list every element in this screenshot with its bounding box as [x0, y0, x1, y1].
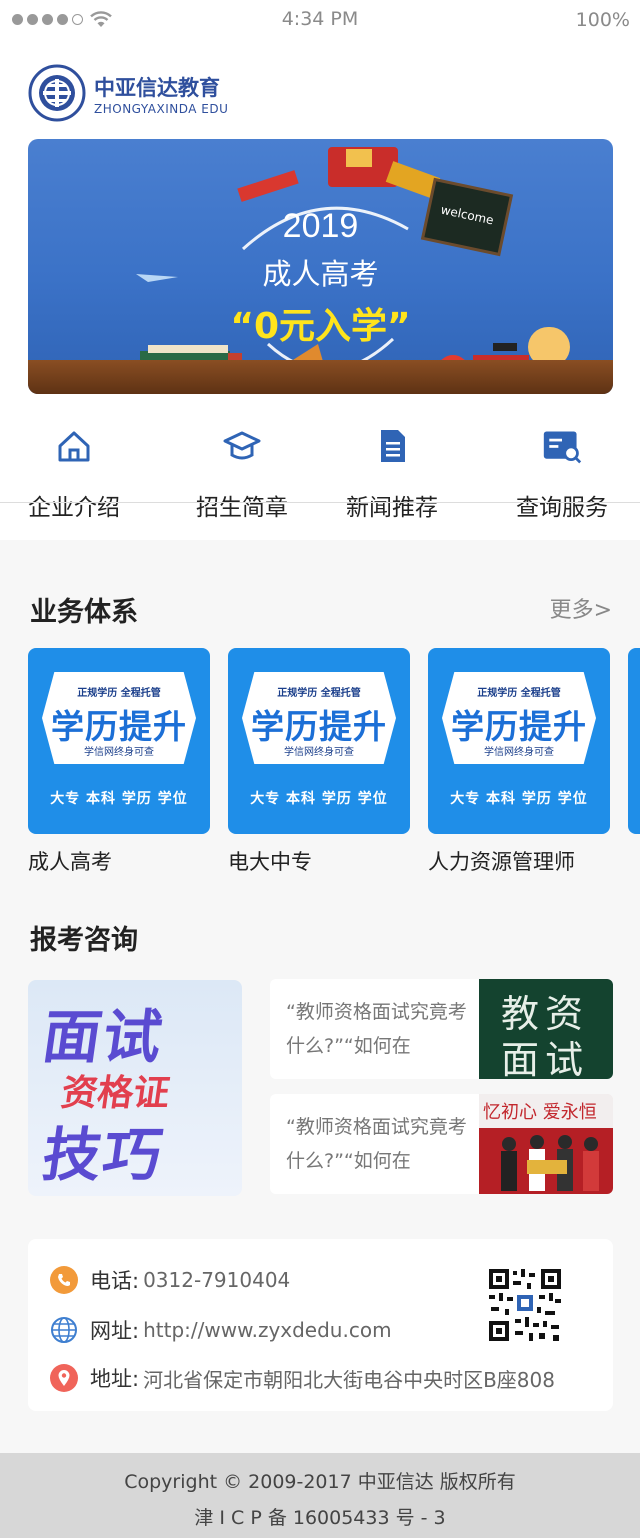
brand-logo-icon — [28, 64, 86, 122]
article-text: “教师资格面试究竟考什么?”“如何在 — [286, 1001, 467, 1057]
nav-label: 新闻推荐 — [346, 495, 438, 521]
brand-name: 中亚信达教育 — [94, 76, 220, 100]
promo-banner[interactable]: welcome 2019 成人高考 “0元入学” — [28, 139, 613, 394]
card-image: 正规学历 全程托管 学历提升 学信网终身可查 大专 本科 学历 学位 — [228, 648, 410, 834]
business-card[interactable]: 正规学历 全程托管 学历提升 学信网终身可查 大专 本科 学历 学位 人力资源管… — [428, 648, 610, 876]
header: 中亚信达教育 ZHONGYAXINDA EDU welcome 2019 成人高… — [0, 40, 640, 540]
contact-address[interactable]: 地址: 河北省保定市朝阳北大街电谷中央时区B座808 — [50, 1363, 555, 1393]
phone-label: 电话: — [90, 1269, 140, 1293]
qr-code-icon[interactable] — [487, 1267, 563, 1343]
article-item[interactable]: “教师资格面试究竟考什么?”“如何在 教资 面试 — [270, 979, 613, 1079]
phone-value: 0312-7910404 — [143, 1268, 291, 1292]
brand-name-en: ZHONGYAXINDA EDU — [94, 102, 229, 116]
more-link[interactable]: 更多> — [550, 592, 612, 624]
contact-card: 电话: 0312-7910404 网址: http://www.zyxdedu.… — [28, 1239, 613, 1411]
battery-level: 100% — [575, 9, 630, 31]
icp-license-text: 津 I C P 备 16005433 号 - 3 — [194, 1507, 446, 1529]
banner-title: 成人高考 — [262, 257, 379, 291]
nav-item-query[interactable]: 查询服务 — [482, 418, 640, 522]
nav-item-company-intro[interactable]: 企业介绍 — [0, 418, 154, 522]
banner-year: 2019 — [282, 207, 359, 245]
copyright-text: Copyright © 2009-2017 中亚信达 版权所有 — [124, 1471, 516, 1493]
business-card[interactable]: 正规学历 全程托管 学历提升 学信网终身可查 大专 本科 学历 学位 成人高考 — [28, 648, 210, 876]
article-text: “教师资格面试究竟考什么?”“如何在 — [286, 1116, 467, 1172]
phone-icon — [50, 1266, 78, 1294]
nav-label: 招生简章 — [196, 495, 288, 521]
website-value: http://www.zyxdedu.com — [143, 1318, 392, 1342]
nav-label: 企业介绍 — [28, 495, 120, 521]
banner-slogan: “0元入学” — [230, 306, 411, 347]
business-card[interactable]: 正规学历 全程托管 学历提升 学信网终身可查 大专 本科 学历 学位 电大中专 — [228, 648, 410, 876]
nav-label: 查询服务 — [516, 495, 608, 521]
business-card-peek[interactable] — [628, 648, 640, 834]
section-divider — [0, 502, 640, 503]
business-cards: 正规学历 全程托管 学历提升 学信网终身可查 大专 本科 学历 学位 成人高考 … — [0, 648, 640, 888]
article-thumbnail: 忆初心 爱永恒 — [479, 1094, 613, 1194]
business-section-title: 业务体系 — [30, 597, 138, 628]
consult-feature-image[interactable]: 面试 资格证 技巧 — [28, 980, 242, 1196]
home-icon — [58, 431, 90, 462]
address-value: 河北省保定市朝阳北大街电谷中央时区B座808 — [143, 1367, 555, 1392]
website-label: 网址: — [90, 1319, 140, 1343]
banner-desk — [28, 360, 613, 394]
card-image: 正规学历 全程托管 学历提升 学信网终身可查 大专 本科 学历 学位 — [28, 648, 210, 834]
address-label: 地址: — [90, 1367, 140, 1391]
status-bar: 4:34 PM 100% — [0, 0, 640, 40]
quick-nav: 企业介绍 招生简章 新闻推荐 查询服务 — [0, 418, 640, 528]
card-image: 正规学历 全程托管 学历提升 学信网终身可查 大专 本科 学历 学位 — [428, 648, 610, 834]
event-photo-icon: 忆初心 爱永恒 — [479, 1094, 613, 1194]
location-pin-icon — [50, 1364, 78, 1392]
status-time: 4:34 PM — [281, 8, 359, 30]
nav-item-news[interactable]: 新闻推荐 — [312, 418, 472, 522]
contact-phone[interactable]: 电话: 0312-7910404 — [50, 1265, 290, 1295]
article-thumbnail: 教资 面试 — [479, 979, 613, 1079]
card-label: 成人高考 — [28, 850, 112, 874]
graduation-cap-icon — [223, 431, 261, 460]
card-label: 人力资源管理师 — [428, 850, 575, 874]
globe-icon — [51, 1317, 77, 1343]
card-label: 电大中专 — [228, 850, 312, 874]
contact-website[interactable]: 网址: http://www.zyxdedu.com — [50, 1315, 392, 1345]
search-icon — [543, 431, 582, 464]
svg-text:忆初心 爱永恒: 忆初心 爱永恒 — [483, 1102, 597, 1123]
consult-section-title: 报考咨询 — [30, 925, 138, 956]
document-icon — [381, 430, 405, 462]
nav-item-admissions[interactable]: 招生简章 — [162, 418, 322, 522]
article-item[interactable]: “教师资格面试究竟考什么?”“如何在 忆初心 爱永恒 — [270, 1094, 613, 1194]
footer: Copyright © 2009-2017 中亚信达 版权所有 津 I C P … — [0, 1453, 640, 1538]
